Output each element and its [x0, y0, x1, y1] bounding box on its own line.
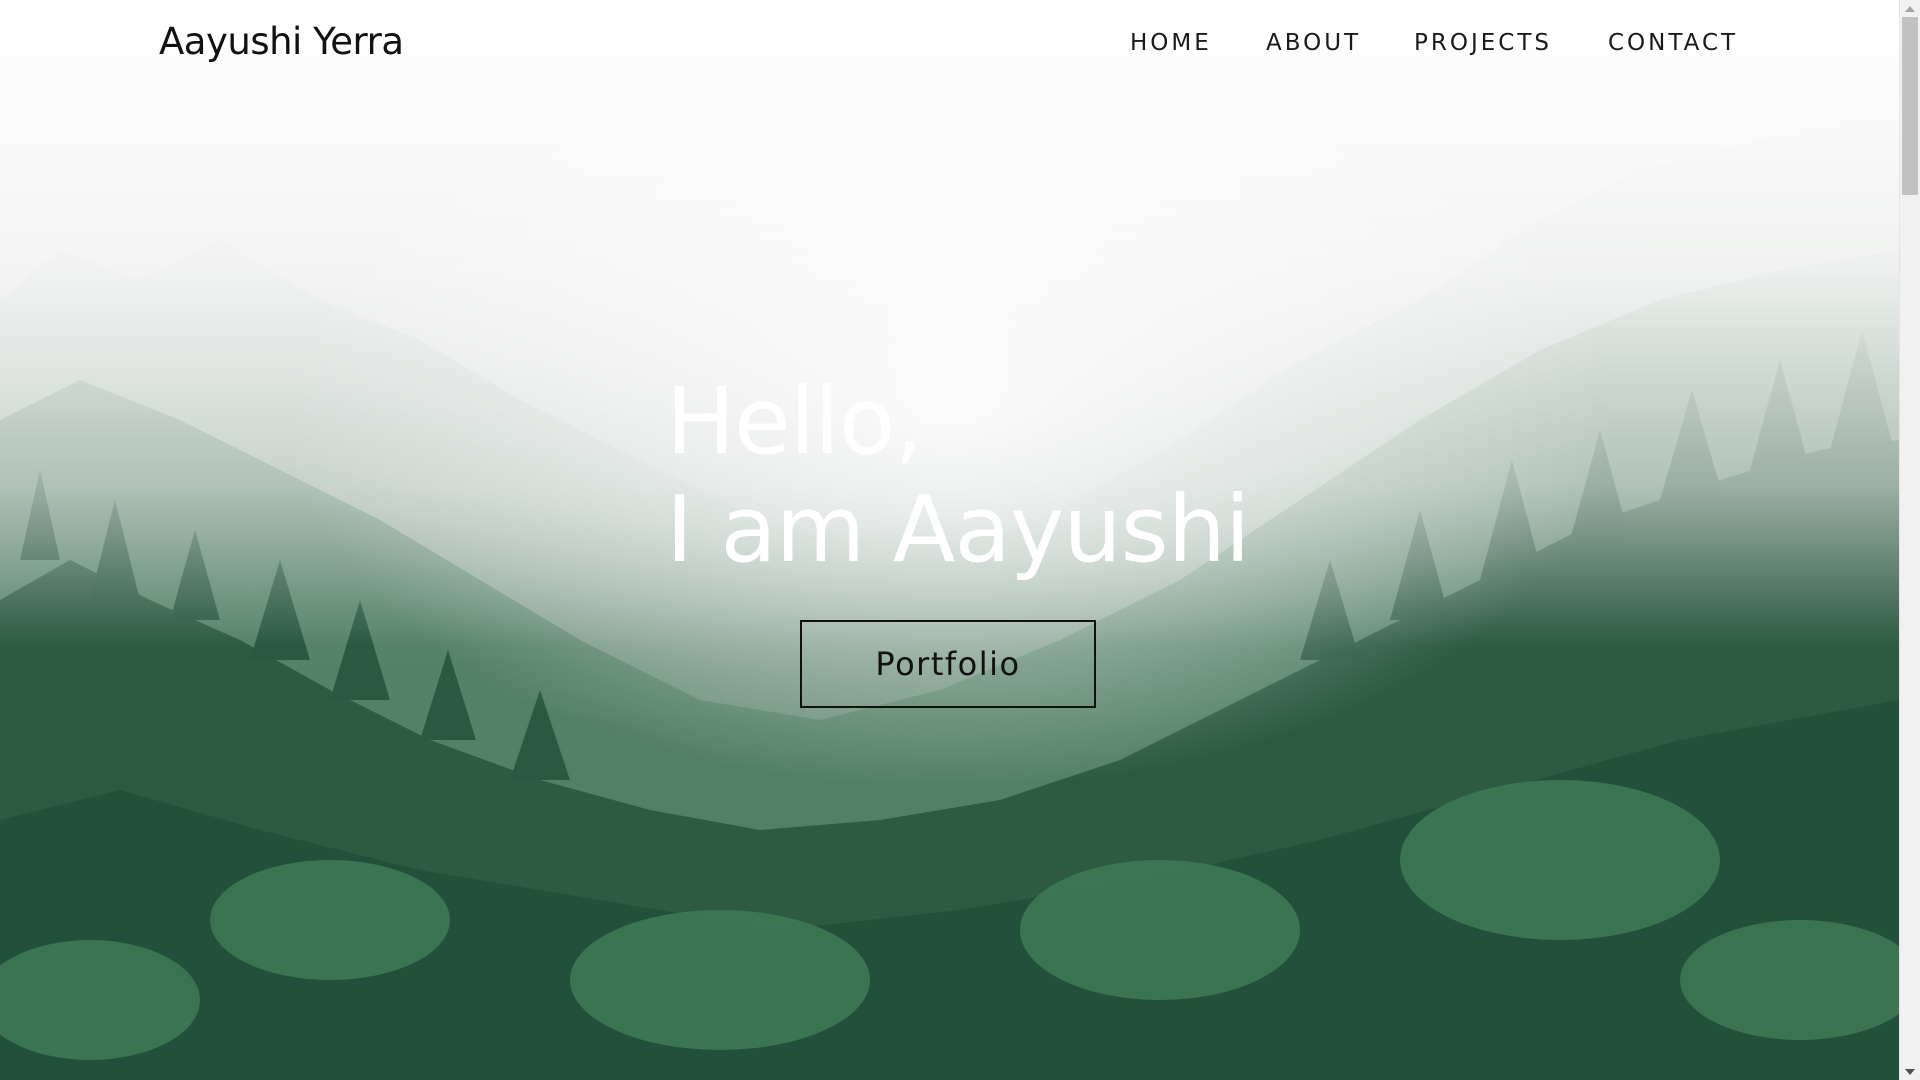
page: Aayushi Yerra HOME ABOUT PROJECTS CONTAC… [0, 0, 1920, 1080]
scroll-up-button[interactable] [1900, 0, 1920, 17]
hero-greeting: Hello, [666, 368, 923, 475]
nav-link-contact[interactable]: CONTACT [1608, 30, 1738, 56]
page-scrollbar[interactable] [1899, 0, 1920, 1080]
chevron-down-icon [1905, 1068, 1915, 1075]
scrollbar-thumb[interactable] [1902, 17, 1918, 195]
site-header: Aayushi Yerra HOME ABOUT PROJECTS CONTAC… [0, 0, 1899, 86]
hero-heading: Hello, I am Aayushi [666, 368, 1250, 584]
chevron-up-icon [1905, 5, 1915, 12]
scroll-down-button[interactable] [1900, 1063, 1920, 1080]
nav-link-projects[interactable]: PROJECTS [1414, 30, 1552, 56]
site-brand[interactable]: Aayushi Yerra [159, 20, 404, 63]
portfolio-button[interactable]: Portfolio [800, 620, 1096, 708]
nav-link-home[interactable]: HOME [1130, 30, 1212, 56]
nav-link-about[interactable]: ABOUT [1266, 30, 1361, 56]
hero-name: I am Aayushi [666, 476, 1250, 583]
